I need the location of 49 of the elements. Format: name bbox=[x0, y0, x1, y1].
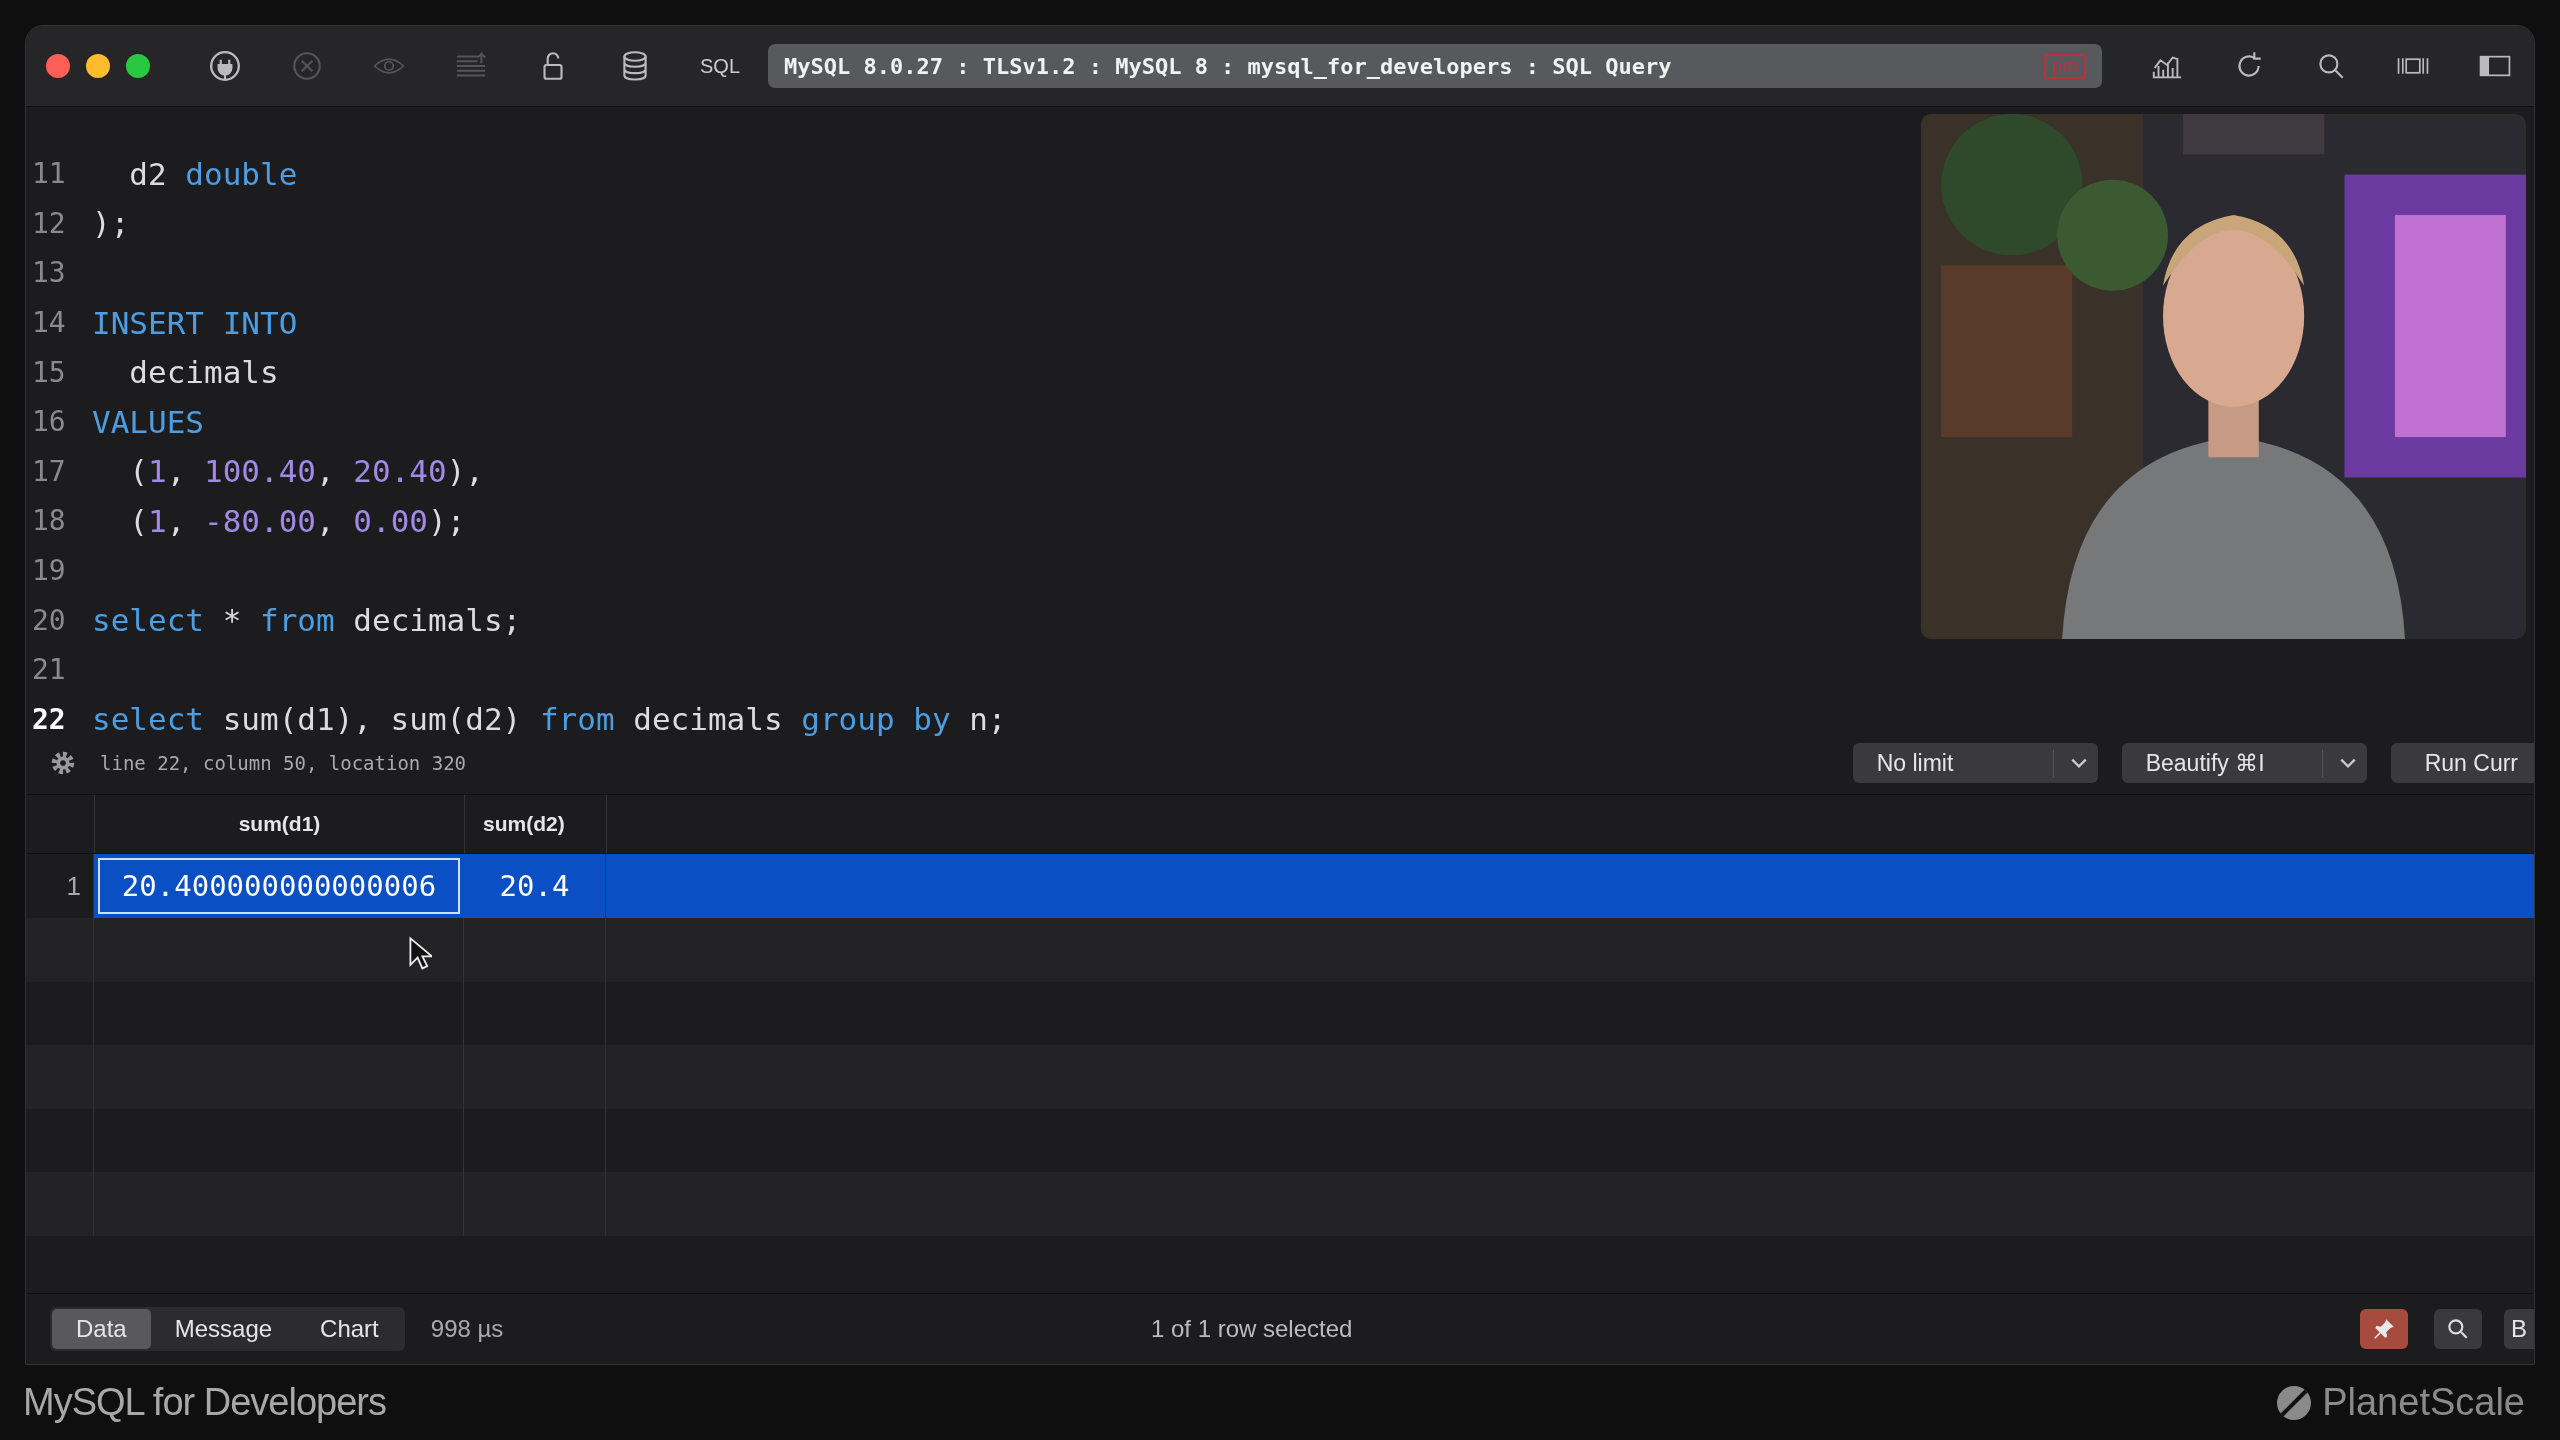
code-line: select * from decimals; bbox=[92, 602, 522, 639]
line-number: 19 bbox=[31, 554, 67, 588]
code-line: ); bbox=[92, 205, 130, 242]
line-number: 11 bbox=[31, 157, 67, 191]
code-line: decimals bbox=[128, 354, 279, 391]
query-time: 998 µs bbox=[430, 1315, 504, 1343]
code-line: (1, 100.40, 20.40), bbox=[128, 453, 484, 490]
beautify-dropdown[interactable]: Beautify ⌘I bbox=[2121, 743, 2367, 783]
cursor-position: line 22, column 50, location 320 bbox=[100, 752, 467, 774]
plug-icon[interactable] bbox=[208, 49, 242, 83]
line-number: 17 bbox=[31, 454, 67, 488]
sql-label[interactable]: SQL bbox=[700, 54, 741, 78]
run-button[interactable]: Run Curr bbox=[2390, 743, 2534, 783]
course-title: MySQL for Developers bbox=[23, 1381, 386, 1424]
code-line: (1, -80.00, 0.00); bbox=[128, 502, 466, 539]
table-cell[interactable]: 20.400000000000006 bbox=[98, 858, 460, 914]
view-tab[interactable]: Message bbox=[150, 1309, 297, 1349]
line-number: 15 bbox=[31, 355, 67, 389]
view-tab[interactable]: Chart bbox=[296, 1309, 403, 1349]
result-row[interactable]: 1 20.400000000000006 20.4 bbox=[26, 854, 2534, 918]
selection-status: 1 of 1 row selected bbox=[1149, 1315, 1354, 1343]
line-number: 13 bbox=[31, 256, 67, 290]
close-button[interactable] bbox=[46, 54, 70, 78]
pin-button[interactable] bbox=[2360, 1309, 2408, 1349]
line-number: 16 bbox=[31, 405, 67, 439]
view-tab[interactable]: Data bbox=[52, 1309, 151, 1349]
line-number: 21 bbox=[31, 653, 67, 687]
column-header[interactable]: sum(d2) bbox=[465, 795, 607, 853]
code-line: INSERT INTO bbox=[92, 304, 298, 341]
line-number: 22 bbox=[31, 702, 67, 736]
line-number: 18 bbox=[31, 504, 67, 538]
code-line: VALUES bbox=[92, 403, 204, 440]
line-number: 20 bbox=[31, 603, 67, 637]
toolbar-button[interactable]: B bbox=[2504, 1309, 2534, 1349]
column-header[interactable]: sum(d1) bbox=[95, 795, 465, 853]
code-line: d2 double bbox=[128, 155, 298, 192]
search-button[interactable] bbox=[2434, 1309, 2482, 1349]
code-line: select sum(d1), sum(d2) from decimals group by n; bbox=[92, 701, 1007, 738]
caret-icon bbox=[2338, 757, 2357, 769]
zoom-button[interactable] bbox=[126, 54, 150, 78]
minimize-button[interactable] bbox=[86, 54, 110, 78]
caret-icon bbox=[2069, 757, 2088, 769]
pro-badge: pro bbox=[2044, 53, 2086, 79]
connection-text: MySQL 8.0.27 : TLSv1.2 : MySQL 8 : mysql_for_developers : SQL Query bbox=[784, 53, 1673, 79]
row-number: 1 bbox=[26, 854, 94, 918]
brand-name: PlanetScale bbox=[2322, 1381, 2525, 1424]
line-number: 14 bbox=[31, 306, 67, 340]
line-number: 12 bbox=[31, 206, 67, 240]
limit-dropdown[interactable]: No limit bbox=[1852, 743, 2098, 783]
